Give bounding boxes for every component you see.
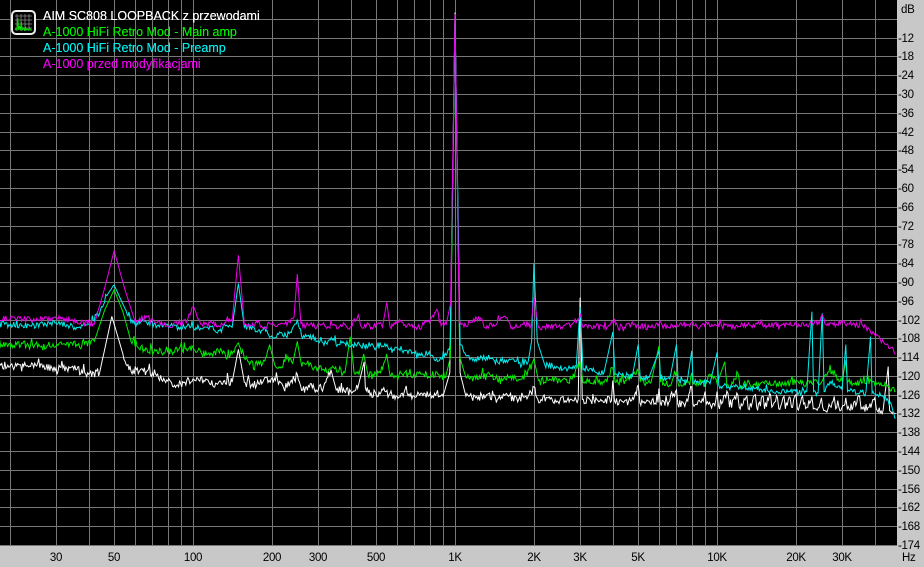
y-tick-label: -42 — [898, 127, 914, 139]
y-tick-label: -60 — [898, 183, 914, 195]
x-tick-label: 100 — [184, 552, 202, 564]
y-axis-unit: dB — [901, 4, 915, 16]
y-tick-label: -12 — [898, 33, 914, 45]
y-tick-label: -30 — [898, 89, 914, 101]
legend-rows: AIM SC808 LOOPBACK z przewodami A-1000 H… — [43, 8, 260, 72]
x-tick-label: 1K — [448, 552, 462, 564]
y-tick-label: -174 — [898, 540, 921, 552]
y-tick-label: -84 — [898, 258, 915, 270]
spectrum-analyzer-window: dB -12 -18 -24 -30 -36 -42 -48 -54 -60 -66 -72 -78 -8… — [0, 0, 924, 567]
y-tick-label: -138 — [898, 427, 920, 439]
x-tick-label: 500 — [367, 552, 385, 564]
y-tick-label: -108 — [898, 333, 920, 345]
legend-item-3: A-1000 przed modyfikacjami — [43, 57, 201, 71]
y-tick-label: -72 — [898, 221, 914, 233]
y-tick-label: -132 — [898, 408, 920, 420]
y-tick-label: -114 — [898, 352, 920, 364]
x-tick-label: 5K — [631, 552, 645, 564]
x-tick-label: 300 — [309, 552, 327, 564]
legend-item-0: AIM SC808 LOOPBACK z przewodami — [43, 9, 260, 23]
x-tick-label: 10K — [707, 552, 727, 564]
y-tick-label: -96 — [898, 296, 914, 308]
y-tick-label: -48 — [898, 145, 914, 157]
x-tick-label: 20K — [786, 552, 806, 564]
y-tick-label: -36 — [898, 108, 914, 120]
y-tick-label: -90 — [898, 277, 914, 289]
legend-item-1: A-1000 HiFi Retro Mod - Main amp — [43, 25, 237, 39]
x-tick-label: 30 — [50, 552, 62, 564]
y-tick-label: -54 — [898, 164, 915, 176]
y-tick-label: -78 — [898, 239, 914, 251]
y-tick-label: -150 — [898, 465, 920, 477]
y-tick-label: -162 — [898, 502, 920, 514]
y-tick-label: -168 — [898, 521, 920, 533]
x-tick-label: 3K — [573, 552, 587, 564]
x-tick-label: 2K — [527, 552, 541, 564]
x-tick-label: 50 — [108, 552, 120, 564]
spectrum-chart: dB -12 -18 -24 -30 -36 -42 -48 -54 -60 -66 -72 -78 -8… — [0, 0, 924, 567]
spectrum-icon — [11, 10, 36, 35]
x-axis-unit: Hz — [902, 552, 916, 564]
y-tick-label: -102 — [898, 315, 920, 327]
y-tick-label: -144 — [898, 446, 921, 458]
plot-background — [0, 0, 897, 546]
x-tick-label: 200 — [263, 552, 281, 564]
y-tick-label: -66 — [898, 202, 914, 214]
y-tick-label: -120 — [898, 371, 920, 383]
y-tick-label: -156 — [898, 484, 920, 496]
legend-item-2: A-1000 HiFi Retro Mod - Preamp — [43, 41, 226, 55]
legend: AIM SC808 LOOPBACK z przewodami A-1000 H… — [11, 8, 260, 72]
y-tick-label: -18 — [898, 51, 914, 63]
y-tick-label: -126 — [898, 390, 920, 402]
y-tick-label: -24 — [898, 70, 915, 82]
x-tick-label: 30K — [832, 552, 852, 564]
